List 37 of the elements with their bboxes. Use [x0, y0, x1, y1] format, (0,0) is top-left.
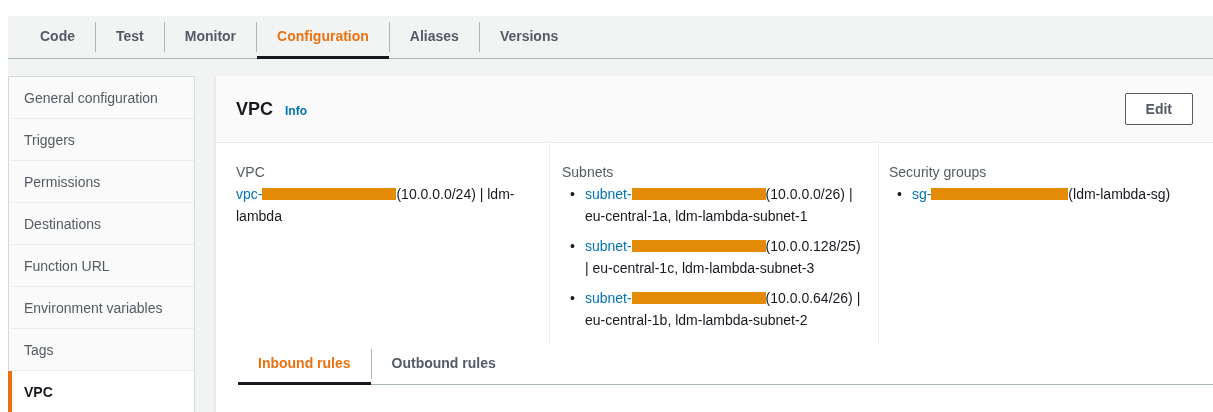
info-link[interactable]: Info — [285, 103, 307, 118]
subnet-detail: | eu-central-1c, ldm-lambda-subnet-3 — [584, 260, 815, 276]
panel-title: VPC — [236, 98, 273, 120]
sidebar-item[interactable]: VPC — [8, 371, 194, 412]
tab[interactable]: Code — [20, 16, 95, 59]
subnet-detail: eu-central-1a, ldm-lambda-subnet-1 — [584, 208, 808, 224]
sidebar-item[interactable]: Permissions — [8, 161, 194, 203]
subnet-detail: eu-central-1b, ldm-lambda-subnet-2 — [584, 312, 808, 328]
subnet-detail: (10.0.0.0/26) | — [765, 186, 853, 202]
column-label: Security groups — [889, 163, 988, 182]
tab[interactable]: Aliases — [389, 16, 479, 59]
sidebar-item[interactable]: General configuration — [8, 77, 194, 119]
bullet: • — [570, 289, 575, 308]
sidebar-item[interactable]: Environment variables — [8, 287, 194, 329]
bullet: • — [570, 185, 575, 204]
tab[interactable]: Test — [96, 16, 164, 59]
vpc-detail: lambda — [236, 208, 282, 224]
security-group-link[interactable]: sg- — [911, 186, 932, 202]
edit-button[interactable]: Edit — [1124, 93, 1193, 125]
vpc-detail: (10.0.0.0/24) | ldm- — [396, 186, 515, 202]
sidebar-item[interactable]: Destinations — [8, 203, 194, 245]
column-label: VPC — [236, 163, 266, 182]
subnet-link[interactable]: subnet- — [584, 238, 632, 254]
bullet: • — [897, 185, 902, 204]
subnet-link[interactable]: subnet- — [584, 186, 632, 202]
vpc-link[interactable]: vpc- — [236, 186, 263, 202]
tab[interactable]: Monitor — [164, 16, 257, 59]
bullet: • — [570, 237, 575, 256]
tab[interactable]: Versions — [479, 16, 579, 59]
security-group-detail: (ldm-lambda-sg) — [1068, 186, 1171, 202]
subnet-detail: (10.0.0.64/26) | — [765, 290, 861, 306]
tab[interactable]: Outbound rules — [371, 343, 516, 385]
sidebar-item[interactable]: Triggers — [8, 119, 194, 161]
column-label: Subnets — [562, 163, 615, 182]
sidebar-item[interactable]: Function URL — [8, 245, 194, 287]
subnet-detail: (10.0.0.128/25) — [765, 238, 861, 254]
subnet-link[interactable]: subnet- — [584, 290, 632, 306]
